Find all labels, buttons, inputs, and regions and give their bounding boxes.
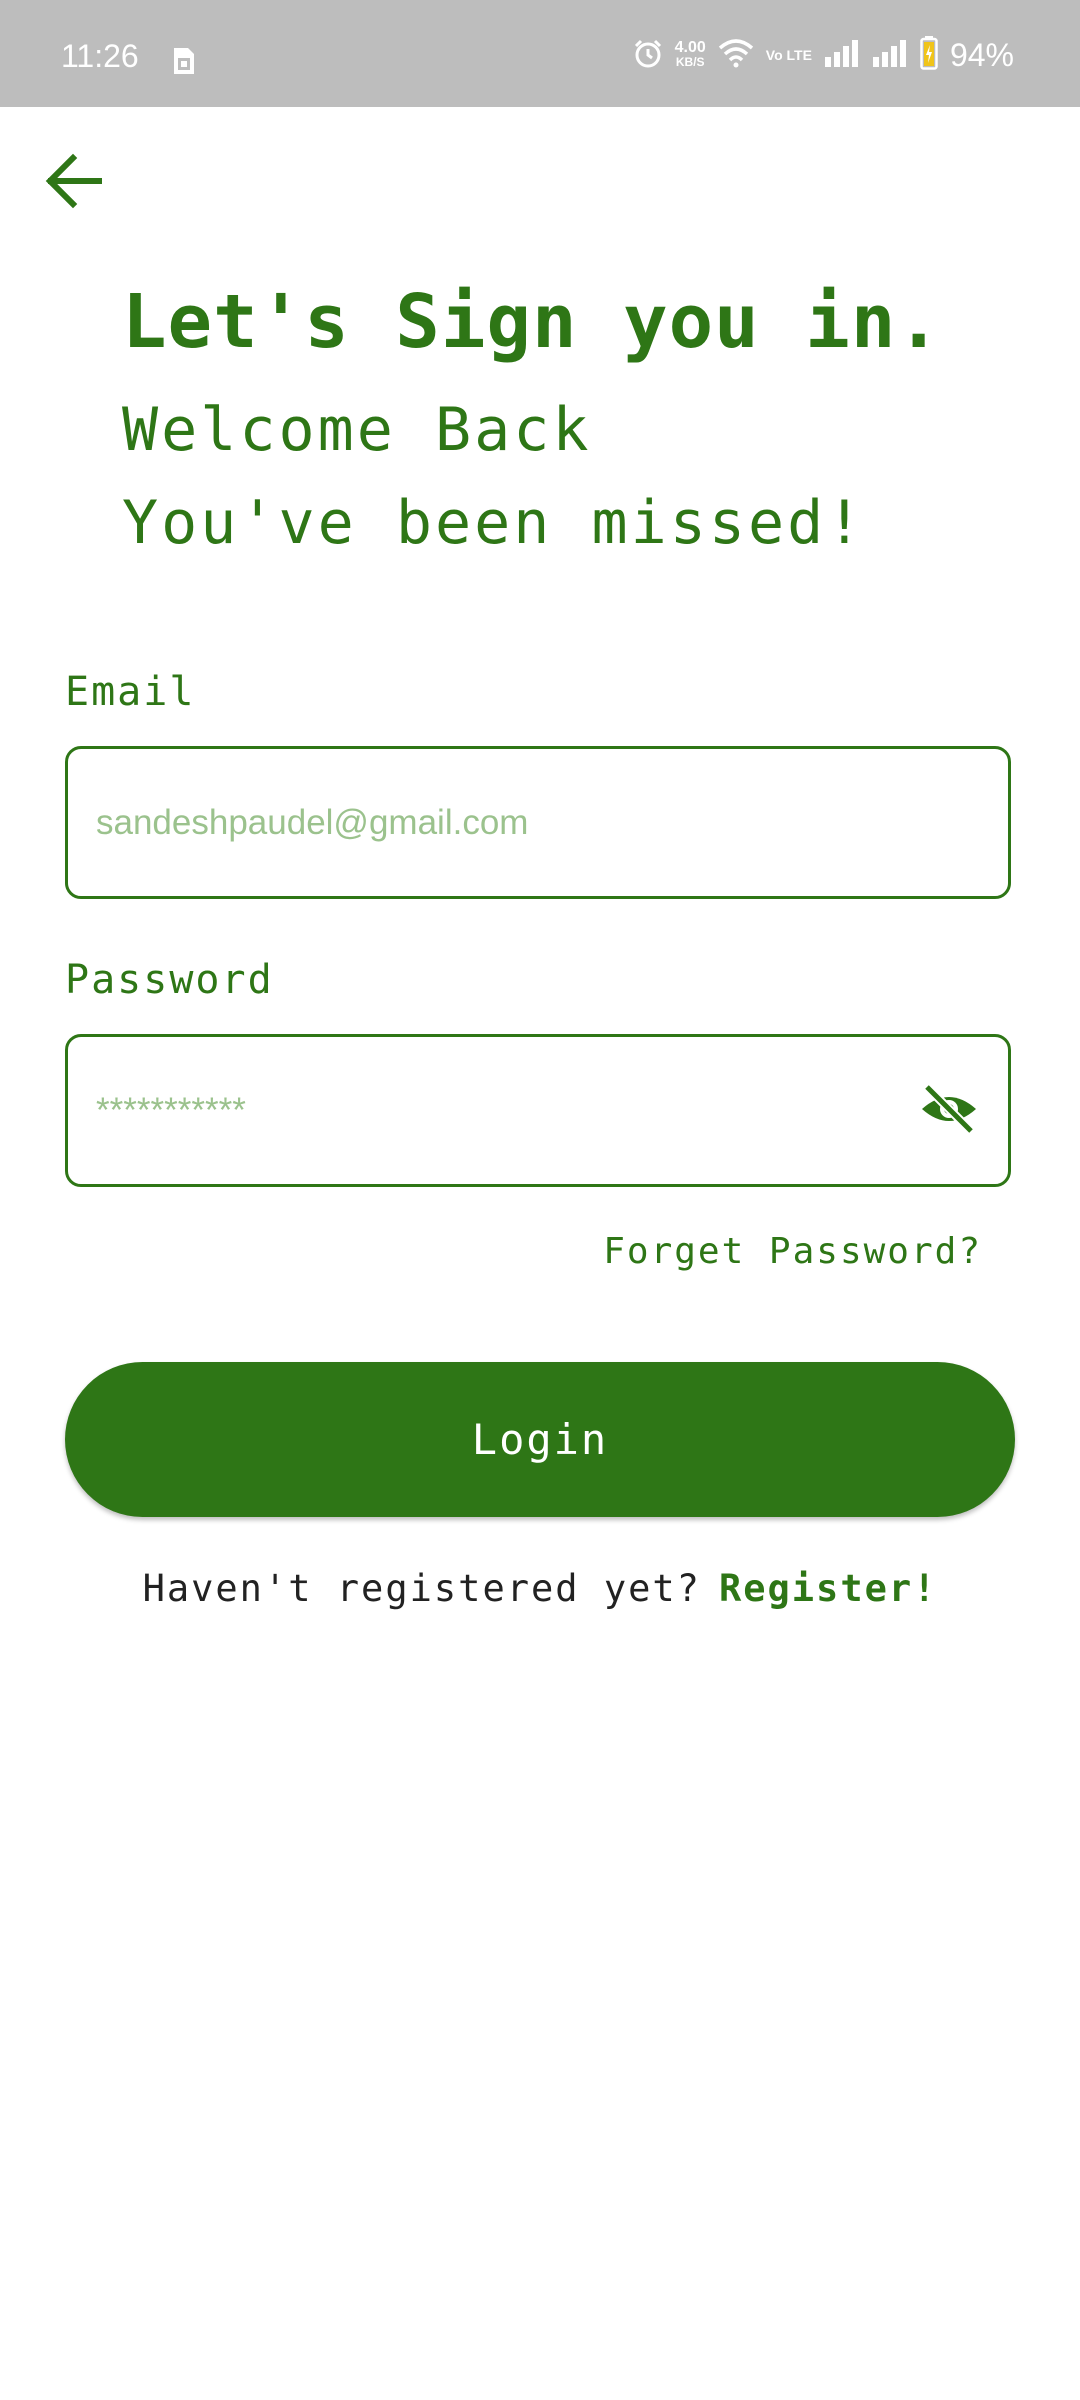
- password-visibility-toggle[interactable]: [918, 1080, 980, 1142]
- page-title: Let's Sign you in.: [122, 279, 942, 365]
- status-bar: 11:26 4.00 KB/S Vo LTE 94%: [0, 0, 1080, 107]
- volte-indicator: Vo LTE: [765, 47, 812, 63]
- back-button[interactable]: [38, 148, 108, 218]
- register-prompt: Haven't registered yet?: [142, 1567, 701, 1610]
- email-label: Email: [65, 669, 196, 715]
- login-button-label: Login: [471, 1415, 609, 1464]
- password-field[interactable]: [65, 1034, 1011, 1187]
- login-button[interactable]: Login: [65, 1362, 1015, 1517]
- status-time: 11:26: [61, 38, 139, 74]
- email-input[interactable]: [96, 749, 936, 896]
- arrow-left-icon: [43, 153, 103, 213]
- status-icons: 4.00 KB/S Vo LTE 94%: [633, 35, 1014, 75]
- network-speed: 4.00 KB/S: [674, 39, 706, 70]
- password-input[interactable]: [96, 1037, 936, 1184]
- password-label: Password: [65, 957, 274, 1003]
- register-row: Haven't registered yet? Register!: [0, 1570, 1080, 1607]
- sim-card-icon: [168, 46, 196, 76]
- missed-subtitle: You've been missed!: [122, 488, 866, 558]
- signal-icon: [872, 39, 908, 72]
- register-link[interactable]: Register!: [719, 1567, 937, 1610]
- forget-password-link[interactable]: Forget Password?: [603, 1234, 982, 1270]
- email-field[interactable]: [65, 746, 1011, 899]
- wifi-icon: [718, 38, 754, 73]
- welcome-subtitle: Welcome Back: [122, 395, 592, 465]
- eye-off-icon: [919, 1083, 979, 1139]
- battery-percent: 94%: [949, 37, 1014, 73]
- signal-icon: [824, 39, 860, 72]
- alarm-icon: [633, 38, 663, 73]
- battery-charging-icon: [920, 35, 938, 75]
